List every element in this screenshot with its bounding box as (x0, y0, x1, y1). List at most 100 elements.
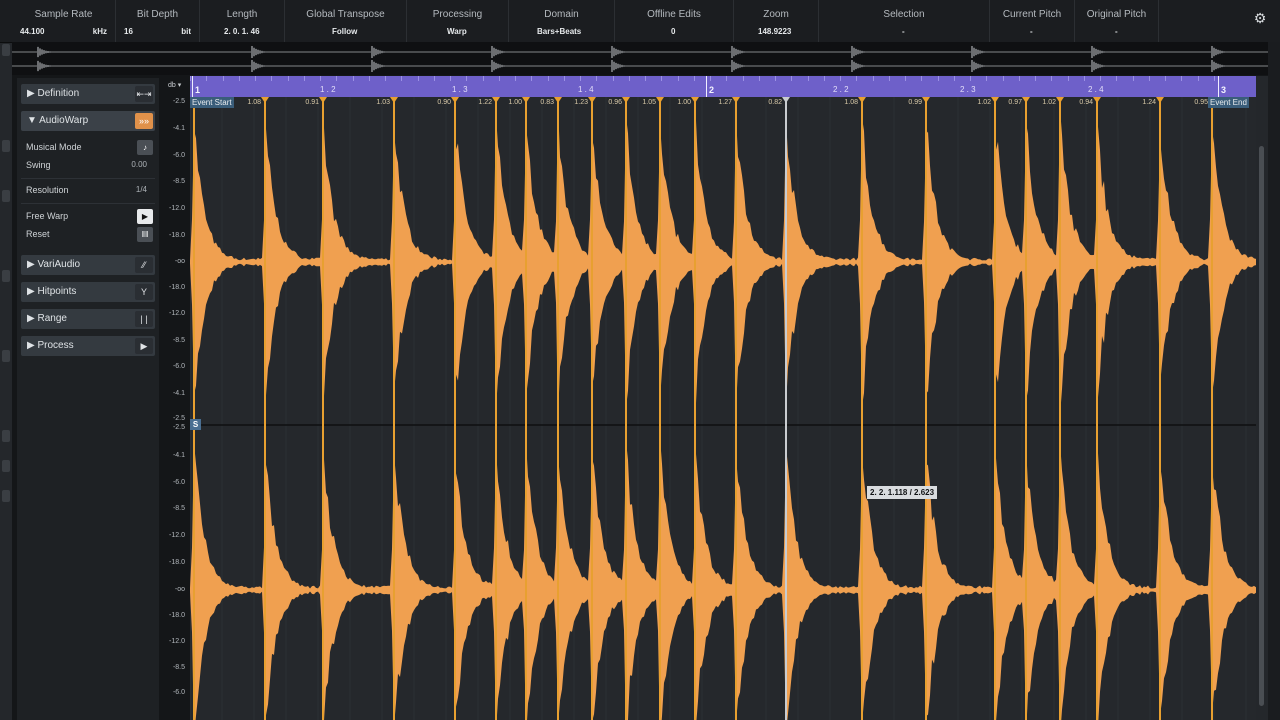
db-tick-label: -8.5 (172, 337, 185, 344)
sync-marker[interactable]: S (190, 419, 201, 430)
definition-icon[interactable]: ⇤⇥ (135, 86, 153, 102)
strip-button[interactable] (2, 140, 10, 152)
divider (21, 203, 155, 204)
db-tick-label: -12.0 (169, 638, 185, 645)
resolution-row[interactable]: Resolution 1/4 (21, 182, 155, 200)
ruler-bar-line (192, 76, 193, 97)
info-value: 0 (671, 27, 676, 36)
warp-factor-label: 1.03 (376, 99, 390, 106)
info-label: Global Transpose (306, 9, 385, 20)
ruler-tick (758, 76, 760, 81)
info-length[interactable]: Length 2. 0. 1. 46 (200, 0, 285, 42)
ruler-tick (840, 76, 841, 81)
ruler-bar-line (706, 76, 707, 97)
waveform-display[interactable]: 1.08 0.91 1.03 0.90 1.22 1.00 0.83 1.23 0.96 1.05… (190, 97, 1256, 720)
gear-icon[interactable]: ⚙ (1252, 10, 1268, 26)
section-definition[interactable]: ▶ Definition ⇤⇥ (21, 84, 155, 104)
info-selection[interactable]: Selection - (819, 0, 990, 42)
section-label: ▶ VariAudio (27, 259, 81, 270)
info-zoom[interactable]: Zoom 148.9223 (734, 0, 819, 42)
info-current-pitch[interactable]: Current Pitch - (990, 0, 1075, 42)
info-unit: bit (181, 27, 191, 36)
ruler-tick (401, 76, 403, 81)
ruler-tick (352, 76, 354, 81)
db-tick-label: -18.0 (169, 284, 185, 291)
info-value: 44.100 (20, 27, 45, 36)
db-tick-label: -12.0 (169, 205, 185, 212)
ruler-tick (271, 76, 273, 81)
ruler-tick (206, 76, 208, 81)
info-value: Follow (332, 27, 358, 36)
reset-row[interactable]: Reset ‖‖ (21, 226, 155, 244)
info-sample-rate[interactable]: Sample Rate 44.100 kHz (12, 0, 116, 42)
ruler-tick (823, 76, 825, 81)
ruler-tick (303, 76, 305, 81)
strip-button[interactable] (2, 490, 10, 502)
strip-button[interactable] (2, 430, 10, 442)
musical-mode-row[interactable]: Musical Mode ♪ (21, 139, 155, 157)
db-tick-label: -18.0 (169, 612, 185, 619)
info-bit-depth[interactable]: Bit Depth 16 bit (116, 0, 200, 42)
info-domain[interactable]: Domain Bars+Beats (509, 0, 615, 42)
hitpoints-icon[interactable]: Y (135, 284, 153, 300)
timeline-ruler[interactable]: 1 2 3 1 . 2 1 . 3 1 . 4 2 . 2 2 . 3 2 . 4 (190, 76, 1256, 97)
range-icon[interactable]: | | (135, 311, 153, 327)
note-icon[interactable]: ♪ (137, 140, 153, 155)
ruler-tick (710, 76, 711, 81)
section-range[interactable]: ▶ Range | | (21, 309, 155, 329)
ruler-tick (1181, 76, 1183, 81)
strip-button[interactable] (2, 270, 10, 282)
ruler-beat-label: 1 . 4 (578, 85, 594, 94)
definition-label: Definition (37, 88, 80, 99)
strip-button[interactable] (2, 190, 10, 202)
swing-value[interactable]: 0.00 (131, 160, 147, 169)
waveform-overview[interactable] (12, 42, 1268, 75)
ruler-tick (336, 76, 338, 81)
info-value: 148.9223 (758, 27, 792, 36)
vertical-scrollbar[interactable] (1256, 76, 1268, 720)
audiowarp-icon[interactable]: »» (135, 113, 153, 129)
info-global-transpose[interactable]: Global Transpose Follow (285, 0, 407, 42)
ruler-tick (872, 76, 874, 81)
ruler-tick (726, 76, 728, 81)
db-tick-label: -4.1 (172, 390, 185, 397)
section-audiowarp[interactable]: ▼ AudioWarp »» (21, 111, 155, 131)
ruler-tick (466, 76, 468, 81)
warp-factor-label: 1.02 (1042, 99, 1056, 106)
strip-button[interactable] (2, 44, 10, 56)
info-offline-edits[interactable]: Offline Edits 0 (615, 0, 734, 42)
free-warp-label: Free Warp (26, 211, 69, 221)
info-label: Length (226, 9, 258, 20)
variaudio-icon[interactable]: ⁄⁄ (135, 257, 153, 273)
process-icon[interactable]: ▶ (135, 338, 153, 354)
free-warp-row[interactable]: Free Warp ▶ (21, 208, 155, 226)
ruler-tick (775, 76, 776, 81)
ruler-tick (937, 76, 939, 81)
strip-button[interactable] (2, 350, 10, 362)
event-start-marker[interactable]: Event Start (190, 97, 234, 108)
info-label: Current Pitch (1002, 9, 1062, 20)
scrollbar-thumb[interactable] (1259, 146, 1264, 706)
reset-icon[interactable]: ‖‖ (137, 227, 153, 242)
strip-button[interactable] (2, 460, 10, 472)
ruler-tick (921, 76, 923, 81)
resolution-value[interactable]: 1/4 (136, 185, 147, 194)
ruler-tick (1002, 76, 1004, 81)
ruler-tick (482, 76, 484, 81)
divider (21, 178, 155, 179)
section-hitpoints[interactable]: ▶ Hitpoints Y (21, 282, 155, 302)
event-end-marker[interactable]: Event End (1208, 97, 1249, 108)
warp-factor-label: 1.08 (844, 99, 858, 106)
section-variaudio[interactable]: ▶ VariAudio ⁄⁄ (21, 255, 155, 275)
ruler-tick (255, 76, 256, 81)
ruler-tick (1067, 76, 1069, 81)
info-original-pitch[interactable]: Original Pitch - (1075, 0, 1159, 42)
warp-factor-label: 0.96 (608, 99, 622, 106)
info-processing[interactable]: Processing Warp (407, 0, 509, 42)
swing-row[interactable]: Swing 0.00 (21, 157, 155, 175)
section-process[interactable]: ▶ Process ▶ (21, 336, 155, 356)
info-value: 16 (124, 27, 133, 36)
ruler-tick (222, 76, 224, 81)
ruler-tick (1213, 76, 1215, 81)
free-warp-icon[interactable]: ▶ (137, 209, 153, 224)
